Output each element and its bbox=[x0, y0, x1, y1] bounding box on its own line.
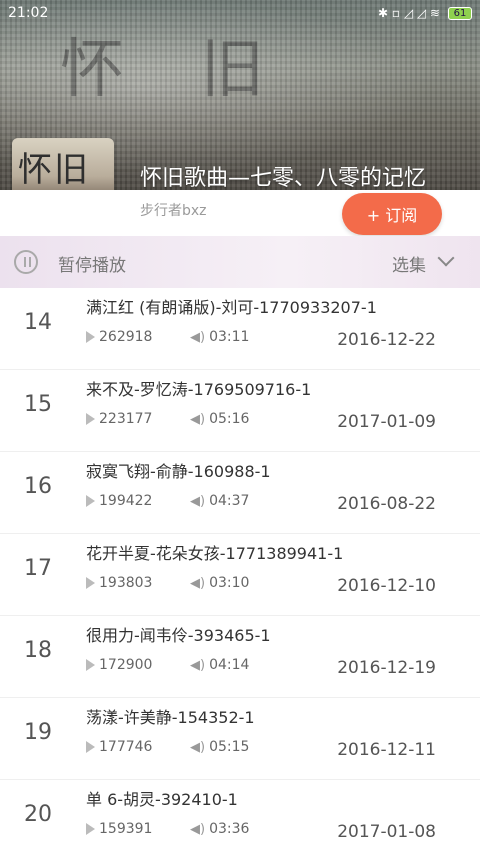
duration: ◀) 03:36 bbox=[190, 821, 249, 837]
duration: ◀) 03:10 bbox=[190, 575, 249, 591]
play-icon bbox=[86, 659, 95, 671]
play-icon bbox=[86, 577, 95, 589]
battery-level: 61 bbox=[453, 7, 467, 19]
track-row[interactable]: 14 满江红 (有朗诵版)-刘可-1770933207-1 262918 ◀) 0… bbox=[0, 288, 480, 370]
track-row[interactable]: 17 花开半夏-花朵女孩-1771389941-1 193803 ◀) 03:10… bbox=[0, 534, 480, 616]
duration: ◀) 05:16 bbox=[190, 411, 249, 427]
track-title: 荡漾-许美静-154352-1 bbox=[86, 708, 255, 727]
album-title: 怀旧歌曲—七零、八零的记忆 bbox=[140, 166, 427, 191]
play-count: 172900 bbox=[86, 657, 152, 673]
duration-value: 05:15 bbox=[209, 739, 250, 755]
status-icons: ✱ ▫ ◿ ◿ ≋ 61 bbox=[378, 6, 472, 20]
subscribe-button[interactable]: + 订阅 bbox=[342, 193, 442, 235]
author-name[interactable]: 步行者bxz bbox=[140, 200, 207, 220]
duration-value: 03:36 bbox=[209, 821, 250, 837]
playback-bar: 暂停播放 选集 bbox=[0, 236, 480, 288]
chevron-down-icon[interactable] bbox=[437, 249, 455, 267]
duration: ◀) 04:14 bbox=[190, 657, 249, 673]
duration: ◀) 05:15 bbox=[190, 739, 249, 755]
play-count-value: 159391 bbox=[99, 821, 153, 837]
track-title: 很用力-闻韦伶-393465-1 bbox=[86, 626, 271, 645]
play-count-value: 172900 bbox=[99, 657, 153, 673]
speaker-icon: ◀) bbox=[190, 493, 206, 509]
play-count-value: 177746 bbox=[99, 739, 153, 755]
track-date: 2016-12-22 bbox=[337, 330, 436, 350]
speaker-icon: ◀) bbox=[190, 821, 206, 837]
track-title: 单 6-胡灵-392410-1 bbox=[86, 790, 238, 809]
track-number: 16 bbox=[24, 474, 52, 499]
duration-value: 05:16 bbox=[209, 411, 250, 427]
track-row[interactable]: 18 很用力-闻韦伶-393465-1 172900 ◀) 04:14 2016-… bbox=[0, 616, 480, 698]
track-row[interactable]: 19 荡漾-许美静-154352-1 177746 ◀) 05:15 2016-1… bbox=[0, 698, 480, 780]
play-count-value: 262918 bbox=[99, 329, 153, 345]
speaker-icon: ◀) bbox=[190, 575, 206, 591]
status-time: 21:02 bbox=[8, 5, 49, 21]
track-row[interactable]: 15 来不及-罗忆涛-1769509716-1 223177 ◀) 05:16 2… bbox=[0, 370, 480, 452]
speaker-icon: ◀) bbox=[190, 329, 206, 345]
play-icon bbox=[86, 331, 95, 343]
play-count: 193803 bbox=[86, 575, 152, 591]
track-date: 2016-12-19 bbox=[337, 658, 436, 678]
track-number: 15 bbox=[24, 392, 52, 417]
duration-value: 03:11 bbox=[209, 329, 250, 345]
subscribe-label: + 订阅 bbox=[366, 206, 418, 225]
track-row[interactable]: 16 寂寞飞翔-俞静-160988-1 199422 ◀) 04:37 2016-… bbox=[0, 452, 480, 534]
play-icon bbox=[86, 413, 95, 425]
speaker-icon: ◀) bbox=[190, 739, 206, 755]
play-count-value: 193803 bbox=[99, 575, 153, 591]
status-bar: 21:02 ✱ ▫ ◿ ◿ ≋ 61 bbox=[0, 0, 480, 26]
duration: ◀) 03:11 bbox=[190, 329, 249, 345]
track-date: 2016-12-10 bbox=[337, 576, 436, 596]
play-count: 223177 bbox=[86, 411, 152, 427]
speaker-icon: ◀) bbox=[190, 657, 206, 673]
track-number: 14 bbox=[24, 310, 52, 335]
play-icon bbox=[86, 823, 95, 835]
track-date: 2017-01-09 bbox=[337, 412, 436, 432]
play-count-value: 223177 bbox=[99, 411, 153, 427]
track-title: 寂寞飞翔-俞静-160988-1 bbox=[86, 462, 271, 481]
play-count: 159391 bbox=[86, 821, 152, 837]
track-date: 2016-12-11 bbox=[337, 740, 436, 760]
track-number: 20 bbox=[24, 802, 52, 827]
duration-value: 04:37 bbox=[209, 493, 250, 509]
album-screen: 怀 旧 21:02 ✱ ▫ ◿ ◿ ≋ 61 怀旧 怀旧歌曲—七零、八零的记忆 … bbox=[0, 0, 480, 848]
speaker-icon: ◀) bbox=[190, 411, 206, 427]
track-number: 17 bbox=[24, 556, 52, 581]
track-date: 2016-08-22 bbox=[337, 494, 436, 514]
pause-icon[interactable] bbox=[14, 250, 38, 274]
track-title: 花开半夏-花朵女孩-1771389941-1 bbox=[86, 544, 344, 563]
play-icon bbox=[86, 495, 95, 507]
track-title: 满江红 (有朗诵版)-刘可-1770933207-1 bbox=[86, 298, 377, 317]
track-number: 18 bbox=[24, 638, 52, 663]
track-list: 14 满江红 (有朗诵版)-刘可-1770933207-1 262918 ◀) 0… bbox=[0, 288, 480, 848]
battery-icon: 61 bbox=[448, 6, 472, 20]
duration-value: 04:14 bbox=[209, 657, 250, 673]
episodes-selector[interactable]: 选集 bbox=[392, 251, 426, 276]
track-title: 来不及-罗忆涛-1769509716-1 bbox=[86, 380, 312, 399]
duration-value: 03:10 bbox=[209, 575, 250, 591]
play-count: 177746 bbox=[86, 739, 152, 755]
play-count: 262918 bbox=[86, 329, 152, 345]
track-date: 2017-01-08 bbox=[337, 822, 436, 842]
track-row[interactable]: 20 单 6-胡灵-392410-1 159391 ◀) 03:36 2017-0… bbox=[0, 780, 480, 848]
duration: ◀) 04:37 bbox=[190, 493, 249, 509]
play-count: 199422 bbox=[86, 493, 152, 509]
cover-text: 怀旧 bbox=[18, 150, 90, 190]
play-icon bbox=[86, 741, 95, 753]
track-number: 19 bbox=[24, 720, 52, 745]
pause-playback-label[interactable]: 暂停播放 bbox=[58, 251, 126, 276]
status-signal-icons: ✱ ▫ ◿ ◿ ≋ bbox=[378, 6, 440, 20]
play-count-value: 199422 bbox=[99, 493, 153, 509]
